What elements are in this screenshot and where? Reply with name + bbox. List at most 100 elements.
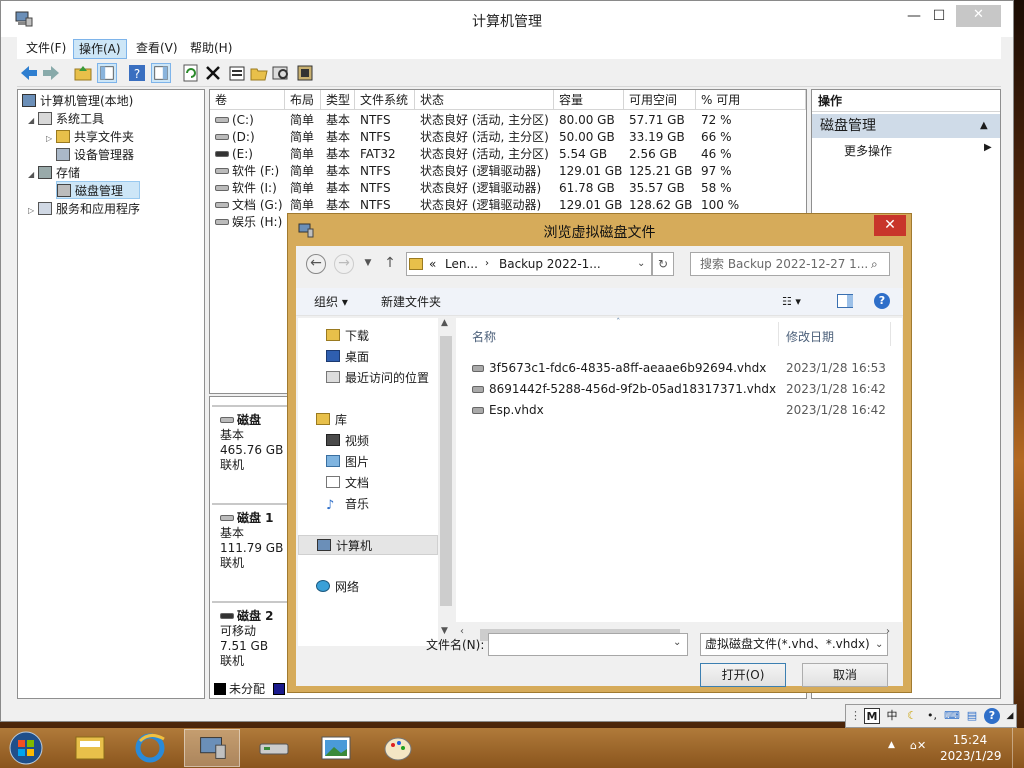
file-row[interactable]: 3f5673c1-fdc6-4835-a8ff-aeaae6b92694.vhd… <box>472 358 766 378</box>
disk-0-info[interactable]: 磁盘 基本 465.76 GB 联机 <box>212 405 292 485</box>
column-header-date[interactable]: 修改日期 <box>786 328 834 345</box>
nav-item-music[interactable]: ♪ 音乐 <box>326 494 369 514</box>
cancel-button[interactable]: 取消 <box>802 663 888 687</box>
view-options-icon[interactable]: ☷ ▾ <box>782 292 801 312</box>
file-type-filter[interactable]: 虚拟磁盘文件(*.vhd、*.vhdx) ⌄ <box>700 633 888 656</box>
expanded-arrow-icon[interactable]: ◢ <box>28 112 38 130</box>
refresh-button[interactable]: ↻ <box>652 252 674 276</box>
langbar-grip-icon[interactable]: ⋮ <box>850 708 861 724</box>
delete-icon[interactable] <box>203 63 223 83</box>
help-icon[interactable]: ? <box>127 63 147 83</box>
chevron-down-icon[interactable]: ⌄ <box>673 637 681 648</box>
menu-view[interactable]: 查看(V) <box>131 39 183 59</box>
disk-2-info[interactable]: 磁盘 2 可移动 7.51 GB 联机 <box>212 601 292 677</box>
soft-keyboard-icon[interactable]: ▤ <box>964 708 980 724</box>
new-folder-button[interactable]: 新建文件夹 <box>381 292 441 312</box>
volume-row[interactable]: 软件 (I:) 简单 基本 NTFS 状态良好 (逻辑驱动器) 61.78 GB 35.57… <box>210 180 806 197</box>
menu-help[interactable]: 帮助(H) <box>185 39 237 59</box>
scroll-up-icon[interactable]: ▲ <box>441 318 448 328</box>
breadcrumb-separator-icon[interactable]: › <box>485 253 489 275</box>
open-folder-icon[interactable] <box>249 63 269 83</box>
properties-icon[interactable] <box>227 63 247 83</box>
recent-locations-dropdown[interactable]: ▼ <box>358 254 378 274</box>
back-arrow-icon[interactable] <box>19 63 39 83</box>
search-disk-icon[interactable] <box>271 63 291 83</box>
file-explorer-taskbar-icon[interactable] <box>62 729 118 767</box>
menu-file[interactable]: 文件(F) <box>21 39 71 59</box>
nav-item-downloads[interactable]: 下载 <box>326 326 369 346</box>
file-row[interactable]: 8691442f-5288-456d-9f2b-05ad18317371.vhd… <box>472 379 776 399</box>
chevron-down-icon[interactable]: ⌄ <box>873 634 884 655</box>
filename-input[interactable]: ⌄ <box>488 633 688 656</box>
tree-item-services-apps[interactable]: ▷ 服务和应用程序 <box>28 200 140 218</box>
organize-button[interactable]: 组织 ▾ <box>314 292 348 312</box>
start-button-icon[interactable] <box>6 730 46 766</box>
dialog-close-button[interactable]: ✕ <box>874 215 906 236</box>
disk-tool-icon[interactable] <box>295 63 315 83</box>
volume-row[interactable]: (D:) 简单 基本 NTFS 状态良好 (活动, 主分区) 50.00 GB 33.19 … <box>210 129 806 146</box>
volume-row[interactable]: (E:) 简单 基本 FAT32 状态良好 (活动, 主分区) 5.54 GB 2.56 G… <box>210 146 806 163</box>
tree-item-shared-folders[interactable]: ▷ 共享文件夹 <box>46 128 134 146</box>
volume-row[interactable]: 文档 (G:) 简单 基本 NTFS 状态良好 (逻辑驱动器) 129.01 GB 128.… <box>210 197 806 214</box>
actions-section-disk-management[interactable]: 磁盘管理 ▲ <box>812 114 1000 138</box>
nav-item-desktop[interactable]: 桌面 <box>326 347 369 367</box>
more-actions[interactable]: 更多操作 ▶ <box>844 142 992 159</box>
breadcrumb-item[interactable]: Len... <box>445 253 478 275</box>
options-arrow-icon[interactable]: ◢ <box>1002 708 1018 724</box>
search-input[interactable]: 搜索 Backup 2022-12-27 1... ⌕ <box>690 252 890 276</box>
network-status-icon[interactable]: ⌂✕ <box>910 739 926 752</box>
removable-drive-taskbar-icon[interactable] <box>246 729 302 767</box>
volume-row[interactable]: 软件 (F:) 简单 基本 NTFS 状态良好 (逻辑驱动器) 129.01 GB 125.… <box>210 163 806 180</box>
column-header-free[interactable]: 可用空间 <box>624 90 696 110</box>
ime-mode[interactable]: M <box>864 708 880 724</box>
show-desktop-button[interactable] <box>1012 728 1024 768</box>
volume-row[interactable]: (C:) 简单 基本 NTFS 状态良好 (活动, 主分区) 80.00 GB 57.71 … <box>210 112 806 129</box>
tree-item-system-tools[interactable]: ◢ 系统工具 <box>28 110 104 128</box>
breadcrumb-overflow[interactable]: « <box>429 253 436 275</box>
breadcrumb-item[interactable]: Backup 2022-1... <box>499 253 601 275</box>
forward-button[interactable]: → <box>334 254 354 274</box>
help-icon[interactable]: ? <box>984 708 1000 724</box>
file-row[interactable]: Esp.vhdx <box>472 400 544 420</box>
nav-item-pictures[interactable]: 图片 <box>326 452 369 472</box>
nav-item-recent-places[interactable]: 最近访问的位置 <box>326 368 429 388</box>
navigation-scrollbar[interactable]: ▲ ▼ <box>438 318 455 642</box>
column-header-type[interactable]: 类型 <box>321 90 355 110</box>
up-folder-icon[interactable] <box>73 63 93 83</box>
address-bar[interactable]: « Len... › Backup 2022-1... ⌄ <box>406 252 652 276</box>
column-header-status[interactable]: 状态 <box>415 90 554 110</box>
column-divider[interactable] <box>890 322 891 346</box>
up-button[interactable]: ↑ <box>380 254 400 274</box>
help-icon[interactable]: ? <box>874 293 890 309</box>
clock[interactable]: 15:24 2023/1/29 <box>940 732 1002 764</box>
refresh-icon[interactable] <box>181 63 201 83</box>
paint-taskbar-icon[interactable] <box>370 729 426 767</box>
column-divider[interactable] <box>778 322 779 346</box>
tree-item-device-manager[interactable]: 设备管理器 <box>56 146 134 164</box>
column-header-volume[interactable]: 卷 <box>210 90 285 110</box>
column-header-layout[interactable]: 布局 <box>285 90 321 110</box>
forward-arrow-icon[interactable] <box>41 63 61 83</box>
photo-viewer-taskbar-icon[interactable] <box>308 729 364 767</box>
punctuation-icon[interactable]: •, <box>924 708 940 724</box>
title-bar[interactable]: 计算机管理 — ☐ ✕ <box>1 1 1013 37</box>
scrollbar-thumb[interactable] <box>440 336 452 606</box>
disk-1-info[interactable]: 磁盘 1 基本 111.79 GB 联机 <box>212 503 292 583</box>
show-hide-action-pane-icon[interactable] <box>151 63 171 83</box>
show-hidden-icons-icon[interactable]: ▲ <box>888 740 895 750</box>
collapsed-arrow-icon[interactable]: ▷ <box>28 202 38 220</box>
show-hide-tree-icon[interactable] <box>97 63 117 83</box>
tree-item-disk-management[interactable]: 磁盘管理 <box>56 181 140 199</box>
keyboard-icon[interactable]: ⌨ <box>944 708 960 724</box>
nav-item-computer[interactable]: 计算机 <box>298 535 438 555</box>
preview-pane-icon[interactable] <box>837 294 853 308</box>
nav-item-documents[interactable]: 文档 <box>326 473 369 493</box>
column-header-capacity[interactable]: 容量 <box>554 90 624 110</box>
moon-icon[interactable]: ☾ <box>904 708 920 724</box>
internet-explorer-taskbar-icon[interactable] <box>122 729 178 767</box>
column-header-percent-free[interactable]: % 可用 <box>696 90 806 110</box>
close-button[interactable]: ✕ <box>956 5 1001 27</box>
collapse-up-icon[interactable]: ▲ <box>980 114 988 138</box>
collapsed-arrow-icon[interactable]: ▷ <box>46 130 56 148</box>
tree-item-storage[interactable]: ◢ 存储 <box>28 164 80 182</box>
